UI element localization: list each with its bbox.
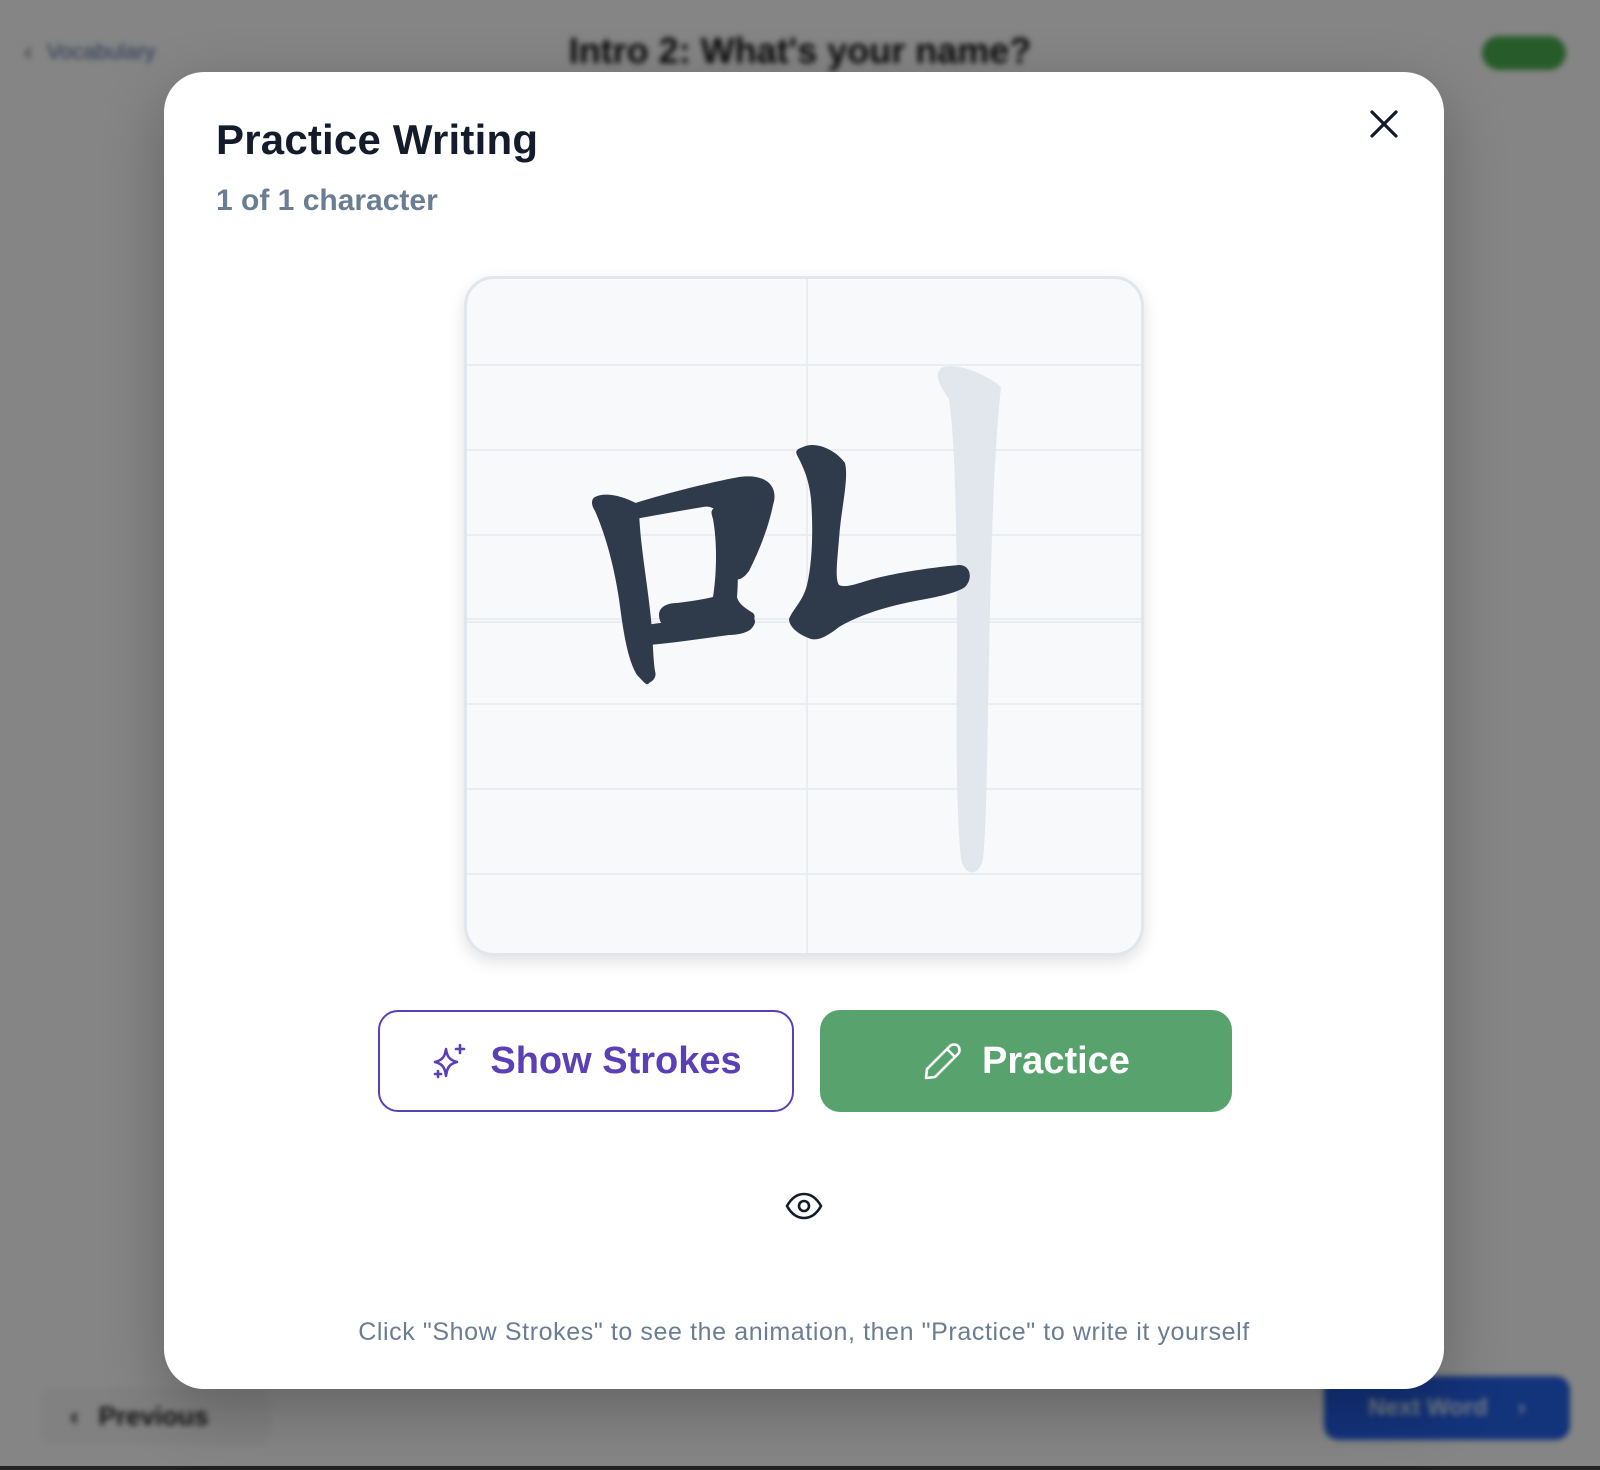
practice-label: Practice [982, 1039, 1130, 1082]
practice-button[interactable]: Practice [820, 1010, 1232, 1112]
window-bottom-edge [0, 1466, 1600, 1470]
stroke-bottom [640, 613, 755, 646]
character-drawing [467, 279, 1141, 953]
stroke-left-vertical [592, 494, 656, 685]
show-strokes-button[interactable]: Show Strokes [378, 1010, 794, 1112]
practice-writing-modal: Practice Writing 1 of 1 character Show S… [164, 72, 1444, 1389]
modal-title: Practice Writing [216, 116, 539, 163]
toggle-outline-button[interactable] [782, 1188, 826, 1224]
character-counter: 1 of 1 character [216, 184, 438, 217]
writing-canvas[interactable] [464, 276, 1144, 956]
stroke-hook [789, 444, 970, 640]
close-button[interactable] [1360, 100, 1408, 148]
close-icon [1370, 110, 1398, 138]
instruction-hint: Click "Show Strokes" to see the animatio… [358, 1318, 1250, 1346]
pencil-icon [924, 1043, 961, 1080]
sparkle-icon [434, 1043, 466, 1079]
stroke-top-right [626, 476, 775, 580]
show-strokes-label: Show Strokes [490, 1039, 742, 1082]
eye-icon [785, 1192, 823, 1220]
